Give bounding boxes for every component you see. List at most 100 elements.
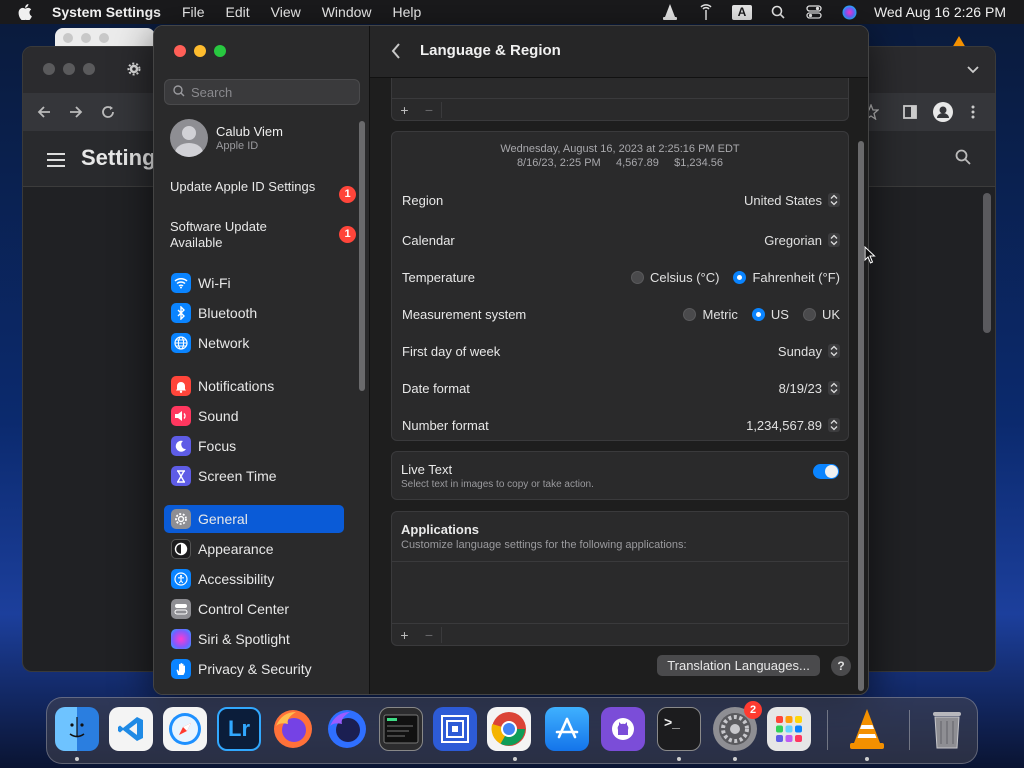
- firefox-icon[interactable]: [271, 707, 315, 751]
- chrome-zoom-dot[interactable]: [83, 63, 95, 75]
- menu-view[interactable]: View: [271, 4, 301, 20]
- sidebar-item-privacy-security[interactable]: Privacy & Security: [164, 655, 344, 683]
- chrome-back-icon[interactable]: [37, 104, 51, 124]
- sidebar-item-label: Notifications: [198, 378, 275, 394]
- sidebar-item-general[interactable]: General: [164, 505, 344, 533]
- finder-running-indicator: [75, 757, 79, 761]
- spotlight-search-icon[interactable]: [768, 4, 788, 20]
- lightroom-icon[interactable]: Lr: [217, 707, 261, 751]
- close-window-button[interactable]: [174, 45, 186, 57]
- chrome-settings-search-icon[interactable]: [955, 149, 971, 170]
- region-value: United States: [743, 192, 822, 208]
- chrome-tab-list-chevron-icon[interactable]: [967, 61, 979, 79]
- chrome-reload-icon[interactable]: [101, 104, 115, 124]
- temperature-label: Temperature: [402, 269, 475, 285]
- chrome-menu-icon[interactable]: [971, 104, 975, 124]
- software-update-label: Software Update Available: [170, 219, 267, 250]
- bell-icon: [171, 376, 191, 396]
- antenna-icon[interactable]: [696, 4, 716, 20]
- app-store-icon[interactable]: [545, 707, 589, 751]
- siri-icon[interactable]: [840, 4, 860, 20]
- chrome-scrollbar[interactable]: [983, 193, 991, 333]
- sidebar-item-notifications[interactable]: Notifications: [164, 372, 344, 400]
- sidebar-item-sound[interactable]: Sound: [164, 402, 344, 430]
- control-center-icon: [171, 599, 191, 619]
- region-label: Region: [402, 192, 444, 208]
- vlc-menubar-icon[interactable]: [660, 4, 680, 20]
- vscode-icon[interactable]: [109, 707, 153, 751]
- sidebar-item-focus[interactable]: Focus: [164, 432, 344, 460]
- translation-languages-button[interactable]: Translation Languages...: [657, 655, 820, 676]
- instruments-icon[interactable]: [433, 707, 477, 751]
- menu-file[interactable]: File: [182, 4, 205, 20]
- menu-window[interactable]: Window: [322, 4, 372, 20]
- sidebar-item-control-center[interactable]: Control Center: [164, 595, 344, 623]
- pane-scrollbar[interactable]: [858, 141, 864, 691]
- number-format-select[interactable]: 1,234,567.89: [746, 418, 840, 433]
- update-apple-id-notice[interactable]: Update Apple ID Settings 1: [170, 179, 356, 203]
- add-language-button[interactable]: +: [392, 102, 417, 118]
- launchpad-icon[interactable]: [767, 707, 811, 751]
- sidebar-item-wifi[interactable]: Wi-Fi: [164, 269, 344, 297]
- remove-application-button[interactable]: −: [417, 626, 442, 643]
- chrome-settings-menu-icon[interactable]: [47, 153, 65, 167]
- live-text-toggle[interactable]: [813, 464, 839, 479]
- finder-icon[interactable]: [55, 707, 99, 751]
- chrome-forward-icon[interactable]: [69, 104, 83, 124]
- menubar-clock[interactable]: Wed Aug 16 2:26 PM: [874, 4, 1006, 20]
- uk-radio[interactable]: [802, 307, 816, 321]
- console-icon[interactable]: [379, 707, 423, 751]
- menu-bar: System Settings File Edit View Window He…: [0, 0, 1024, 24]
- date-format-select[interactable]: 8/19/23: [779, 381, 840, 396]
- chrome-icon[interactable]: [487, 707, 531, 751]
- sidebar-item-appearance[interactable]: Appearance: [164, 535, 344, 563]
- calendar-stepper-icon: [828, 233, 840, 247]
- minimize-window-button[interactable]: [194, 45, 206, 57]
- safari-icon[interactable]: [163, 707, 207, 751]
- chrome-minimize-dot[interactable]: [63, 63, 75, 75]
- chrome-close-dot[interactable]: [43, 63, 55, 75]
- menu-help[interactable]: Help: [393, 4, 422, 20]
- back-chevron-icon[interactable]: [390, 42, 404, 62]
- system-settings-badge: 2: [744, 701, 762, 719]
- remove-language-button[interactable]: −: [417, 101, 442, 118]
- sidebar-item-bluetooth[interactable]: Bluetooth: [164, 299, 344, 327]
- us-radio[interactable]: [751, 307, 765, 321]
- sidebar-search-input[interactable]: [191, 84, 351, 100]
- metric-radio[interactable]: [683, 307, 697, 321]
- region-select[interactable]: United States: [744, 193, 840, 208]
- input-source-icon[interactable]: A: [731, 4, 752, 20]
- first-day-value: Sunday: [777, 343, 822, 359]
- control-center-icon[interactable]: [804, 4, 824, 20]
- menu-app-name[interactable]: System Settings: [52, 4, 161, 20]
- vlc-icon[interactable]: [845, 707, 889, 751]
- github-icon[interactable]: [601, 707, 645, 751]
- help-button[interactable]: ?: [831, 656, 851, 676]
- preferred-languages-list: + −: [391, 78, 849, 121]
- sidebar-item-accessibility[interactable]: Accessibility: [164, 565, 344, 593]
- menu-edit[interactable]: Edit: [226, 4, 250, 20]
- apple-menu-icon[interactable]: [18, 4, 32, 20]
- firefox-nightly-icon[interactable]: [325, 707, 369, 751]
- sidebar-item-label: Siri & Spotlight: [198, 631, 290, 647]
- fahrenheit-radio[interactable]: [733, 270, 747, 284]
- live-text-title: Live Text: [401, 462, 453, 477]
- sidebar-search[interactable]: [164, 79, 360, 105]
- sidebar-item-screen-time[interactable]: Screen Time: [164, 462, 344, 490]
- terminal-icon[interactable]: >_: [657, 707, 701, 751]
- apple-id-profile[interactable]: Calub Viem Apple ID: [170, 119, 283, 157]
- calendar-select[interactable]: Gregorian: [764, 233, 840, 248]
- zoom-window-button[interactable]: [214, 45, 226, 57]
- trash-icon[interactable]: [925, 707, 969, 751]
- sidebar-item-siri-spotlight[interactable]: Siri & Spotlight: [164, 625, 344, 653]
- software-update-notice[interactable]: Software Update Available 1: [170, 219, 356, 251]
- celsius-radio[interactable]: [630, 270, 644, 284]
- chrome-profile-icon[interactable]: [933, 102, 953, 127]
- chrome-side-panel-icon[interactable]: [903, 104, 917, 124]
- dock: Lr >_ 2: [46, 697, 978, 764]
- sidebar-scrollbar[interactable]: [359, 121, 365, 391]
- sidebar-item-network[interactable]: Network: [164, 329, 344, 357]
- add-application-button[interactable]: +: [392, 627, 417, 643]
- applications-card: Applications Customize language settings…: [391, 511, 849, 646]
- first-day-select[interactable]: Sunday: [778, 344, 840, 359]
